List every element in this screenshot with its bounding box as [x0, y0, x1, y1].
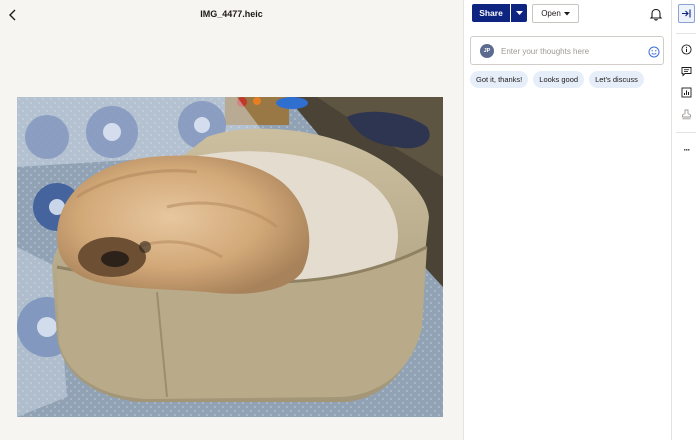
file-viewer: IMG_4477.heic	[0, 0, 463, 440]
open-button[interactable]: Open	[532, 4, 579, 23]
comment-box: JP	[470, 36, 664, 65]
stamp-icon	[682, 109, 691, 120]
emoji-button[interactable]	[648, 45, 660, 58]
dog-in-bed-image	[17, 97, 443, 417]
comment-icon	[681, 67, 692, 77]
quick-reply-chip[interactable]: Looks good	[533, 71, 585, 88]
share-menu-button[interactable]	[511, 4, 527, 22]
caret-down-icon	[563, 11, 570, 15]
quick-replies: Got it, thanks! Looks good Let’s discuss	[470, 71, 644, 88]
activity-chart-icon	[681, 87, 692, 98]
rail-divider	[676, 33, 696, 34]
collapse-panel-button[interactable]	[678, 4, 695, 23]
quick-reply-chip[interactable]: Let’s discuss	[589, 71, 644, 88]
caret-down-icon	[515, 10, 523, 15]
photo-preview	[17, 97, 443, 417]
comment-input[interactable]	[501, 43, 641, 59]
bell-icon	[649, 8, 663, 21]
info-icon	[681, 44, 692, 55]
file-title: IMG_4477.heic	[200, 9, 263, 19]
quick-reply-chip[interactable]: Got it, thanks!	[470, 71, 529, 88]
comments-button[interactable]	[679, 64, 694, 79]
open-button-label: Open	[541, 9, 561, 18]
stamp-button[interactable]	[679, 107, 694, 122]
activity-button[interactable]	[679, 85, 694, 100]
notifications-button[interactable]	[649, 7, 663, 21]
share-button[interactable]: Share	[472, 4, 510, 22]
more-options-button[interactable]: ···	[679, 142, 694, 157]
avatar: JP	[480, 44, 494, 58]
collapse-panel-icon	[682, 9, 691, 18]
more-icon: ···	[683, 144, 691, 155]
side-panel: Share Open JP Got it, thanks! Looks good…	[464, 0, 671, 440]
smiley-icon	[648, 46, 660, 58]
rail-divider	[676, 132, 696, 133]
info-button[interactable]	[679, 42, 694, 57]
icon-rail: ···	[671, 0, 700, 440]
